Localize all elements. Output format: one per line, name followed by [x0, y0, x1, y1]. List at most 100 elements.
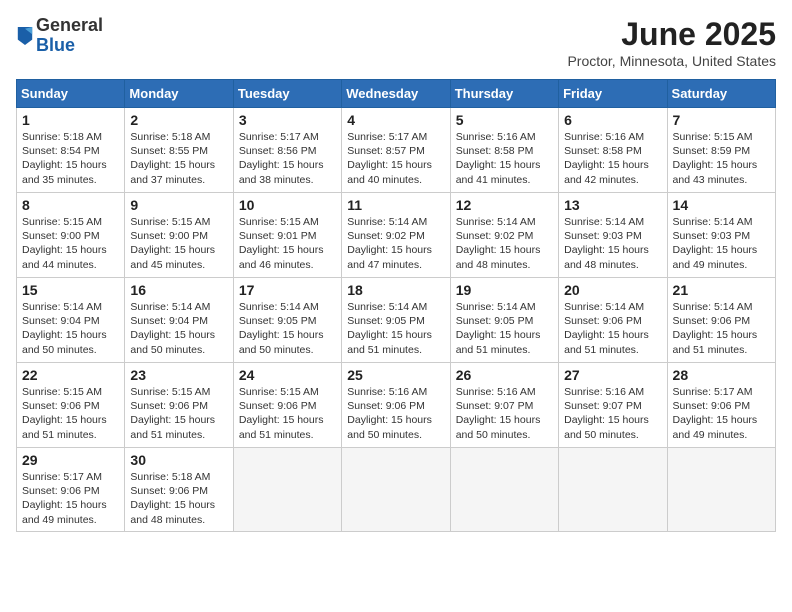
day-info: Sunrise: 5:14 AMSunset: 9:05 PMDaylight:…: [347, 300, 444, 357]
logo-general-text: General: [36, 16, 103, 36]
calendar-day-cell: 6Sunrise: 5:16 AMSunset: 8:58 PMDaylight…: [559, 108, 667, 193]
day-info: Sunrise: 5:18 AMSunset: 8:54 PMDaylight:…: [22, 130, 119, 187]
calendar-day-cell: 24 Sunrise: 5:15 AMSunset: 9:06 PMDayligh…: [233, 363, 341, 448]
calendar-day-cell: 30Sunrise: 5:18 AMSunset: 9:06 PMDayligh…: [125, 448, 233, 532]
day-number: 10: [239, 197, 336, 213]
calendar-table: SundayMondayTuesdayWednesdayThursdayFrid…: [16, 79, 776, 532]
day-info: Sunrise: 5:14 AMSunset: 9:04 PMDaylight:…: [130, 300, 227, 357]
empty-cell: [233, 448, 341, 532]
day-info: Sunrise: 5:16 AMSunset: 9:07 PMDaylight:…: [564, 385, 661, 442]
day-number: 25: [347, 367, 444, 383]
day-info: Sunrise: 5:14 AMSunset: 9:03 PMDaylight:…: [564, 215, 661, 272]
day-info: Sunrise: 5:14 AMSunset: 9:05 PMDaylight:…: [239, 300, 336, 357]
day-header-thursday: Thursday: [450, 80, 558, 108]
empty-cell: [559, 448, 667, 532]
calendar-day-cell: 27 Sunrise: 5:16 AMSunset: 9:07 PMDayligh…: [559, 363, 667, 448]
day-number: 9: [130, 197, 227, 213]
day-number: 17: [239, 282, 336, 298]
calendar-day-cell: 26Sunrise: 5:16 AMSunset: 9:07 PMDayligh…: [450, 363, 558, 448]
calendar-day-cell: 19 Sunrise: 5:14 AMSunset: 9:05 PMDayligh…: [450, 278, 558, 363]
day-number: 2: [130, 112, 227, 128]
calendar-day-cell: 12 Sunrise: 5:14 AMSunset: 9:02 PMDayligh…: [450, 193, 558, 278]
day-info: Sunrise: 5:17 AMSunset: 8:56 PMDaylight:…: [239, 130, 336, 187]
day-header-wednesday: Wednesday: [342, 80, 450, 108]
day-number: 3: [239, 112, 336, 128]
calendar-day-cell: 18 Sunrise: 5:14 AMSunset: 9:05 PMDayligh…: [342, 278, 450, 363]
calendar-day-cell: 28Sunrise: 5:17 AMSunset: 9:06 PMDayligh…: [667, 363, 775, 448]
empty-cell: [667, 448, 775, 532]
day-number: 13: [564, 197, 661, 213]
day-number: 11: [347, 197, 444, 213]
calendar-day-cell: 10Sunrise: 5:15 AMSunset: 9:01 PMDayligh…: [233, 193, 341, 278]
day-number: 22: [22, 367, 119, 383]
day-number: 12: [456, 197, 553, 213]
day-number: 15: [22, 282, 119, 298]
calendar-day-cell: 20 Sunrise: 5:14 AMSunset: 9:06 PMDayligh…: [559, 278, 667, 363]
calendar-day-cell: 14 Sunrise: 5:14 AMSunset: 9:03 PMDayligh…: [667, 193, 775, 278]
logo: General Blue: [16, 16, 103, 56]
day-info: Sunrise: 5:14 AMSunset: 9:03 PMDaylight:…: [673, 215, 770, 272]
calendar-day-cell: 21 Sunrise: 5:14 AMSunset: 9:06 PMDayligh…: [667, 278, 775, 363]
title-area: June 2025 Proctor, Minnesota, United Sta…: [567, 16, 776, 69]
calendar-week-row: 1Sunrise: 5:18 AMSunset: 8:54 PMDaylight…: [17, 108, 776, 193]
day-number: 24: [239, 367, 336, 383]
calendar-day-cell: 13 Sunrise: 5:14 AMSunset: 9:03 PMDayligh…: [559, 193, 667, 278]
day-info: Sunrise: 5:15 AMSunset: 9:06 PMDaylight:…: [239, 385, 336, 442]
calendar-day-cell: 29 Sunrise: 5:17 AMSunset: 9:06 PMDayligh…: [17, 448, 125, 532]
day-info: Sunrise: 5:17 AMSunset: 9:06 PMDaylight:…: [22, 470, 119, 527]
day-header-tuesday: Tuesday: [233, 80, 341, 108]
day-number: 6: [564, 112, 661, 128]
calendar-day-cell: 17 Sunrise: 5:14 AMSunset: 9:05 PMDayligh…: [233, 278, 341, 363]
month-title: June 2025: [567, 16, 776, 53]
day-number: 20: [564, 282, 661, 298]
location-text: Proctor, Minnesota, United States: [567, 53, 776, 69]
day-number: 23: [130, 367, 227, 383]
day-info: Sunrise: 5:16 AMSunset: 9:06 PMDaylight:…: [347, 385, 444, 442]
calendar-header-row: SundayMondayTuesdayWednesdayThursdayFrid…: [17, 80, 776, 108]
calendar-week-row: 8 Sunrise: 5:15 AMSunset: 9:00 PMDaylight…: [17, 193, 776, 278]
day-header-friday: Friday: [559, 80, 667, 108]
day-info: Sunrise: 5:14 AMSunset: 9:05 PMDaylight:…: [456, 300, 553, 357]
day-info: Sunrise: 5:15 AMSunset: 9:06 PMDaylight:…: [130, 385, 227, 442]
header: General Blue June 2025 Proctor, Minnesot…: [16, 16, 776, 69]
calendar-day-cell: 16 Sunrise: 5:14 AMSunset: 9:04 PMDayligh…: [125, 278, 233, 363]
calendar-day-cell: 8Sunrise: 5:15 AMSunset: 9:00 PMDaylight…: [17, 193, 125, 278]
calendar-week-row: 15 Sunrise: 5:14 AMSunset: 9:04 PMDayligh…: [17, 278, 776, 363]
day-number: 29: [22, 452, 119, 468]
day-number: 14: [673, 197, 770, 213]
empty-cell: [342, 448, 450, 532]
day-number: 8: [22, 197, 119, 213]
day-info: Sunrise: 5:15 AMSunset: 9:06 PMDaylight:…: [22, 385, 119, 442]
calendar-day-cell: 3 Sunrise: 5:17 AMSunset: 8:56 PMDaylight…: [233, 108, 341, 193]
calendar-day-cell: 4Sunrise: 5:17 AMSunset: 8:57 PMDaylight…: [342, 108, 450, 193]
day-number: 7: [673, 112, 770, 128]
day-info: Sunrise: 5:18 AMSunset: 9:06 PMDaylight:…: [130, 470, 227, 527]
calendar-day-cell: 22 Sunrise: 5:15 AMSunset: 9:06 PMDayligh…: [17, 363, 125, 448]
day-info: Sunrise: 5:14 AMSunset: 9:06 PMDaylight:…: [673, 300, 770, 357]
day-info: Sunrise: 5:15 AMSunset: 8:59 PMDaylight:…: [673, 130, 770, 187]
day-info: Sunrise: 5:17 AMSunset: 8:57 PMDaylight:…: [347, 130, 444, 187]
day-number: 27: [564, 367, 661, 383]
calendar-day-cell: 2 Sunrise: 5:18 AMSunset: 8:55 PMDaylight…: [125, 108, 233, 193]
day-info: Sunrise: 5:17 AMSunset: 9:06 PMDaylight:…: [673, 385, 770, 442]
calendar-day-cell: 7 Sunrise: 5:15 AMSunset: 8:59 PMDaylight…: [667, 108, 775, 193]
day-info: Sunrise: 5:15 AMSunset: 9:00 PMDaylight:…: [130, 215, 227, 272]
empty-cell: [450, 448, 558, 532]
day-info: Sunrise: 5:14 AMSunset: 9:02 PMDaylight:…: [456, 215, 553, 272]
calendar-day-cell: 11Sunrise: 5:14 AMSunset: 9:02 PMDayligh…: [342, 193, 450, 278]
day-number: 26: [456, 367, 553, 383]
logo-icon: [16, 25, 34, 47]
day-number: 5: [456, 112, 553, 128]
day-number: 21: [673, 282, 770, 298]
day-number: 18: [347, 282, 444, 298]
day-info: Sunrise: 5:14 AMSunset: 9:06 PMDaylight:…: [564, 300, 661, 357]
day-number: 16: [130, 282, 227, 298]
day-header-saturday: Saturday: [667, 80, 775, 108]
day-info: Sunrise: 5:18 AMSunset: 8:55 PMDaylight:…: [130, 130, 227, 187]
calendar-day-cell: 15 Sunrise: 5:14 AMSunset: 9:04 PMDayligh…: [17, 278, 125, 363]
calendar-day-cell: 23 Sunrise: 5:15 AMSunset: 9:06 PMDayligh…: [125, 363, 233, 448]
calendar-day-cell: 5Sunrise: 5:16 AMSunset: 8:58 PMDaylight…: [450, 108, 558, 193]
calendar-day-cell: 25 Sunrise: 5:16 AMSunset: 9:06 PMDayligh…: [342, 363, 450, 448]
day-info: Sunrise: 5:14 AMSunset: 9:04 PMDaylight:…: [22, 300, 119, 357]
day-number: 19: [456, 282, 553, 298]
